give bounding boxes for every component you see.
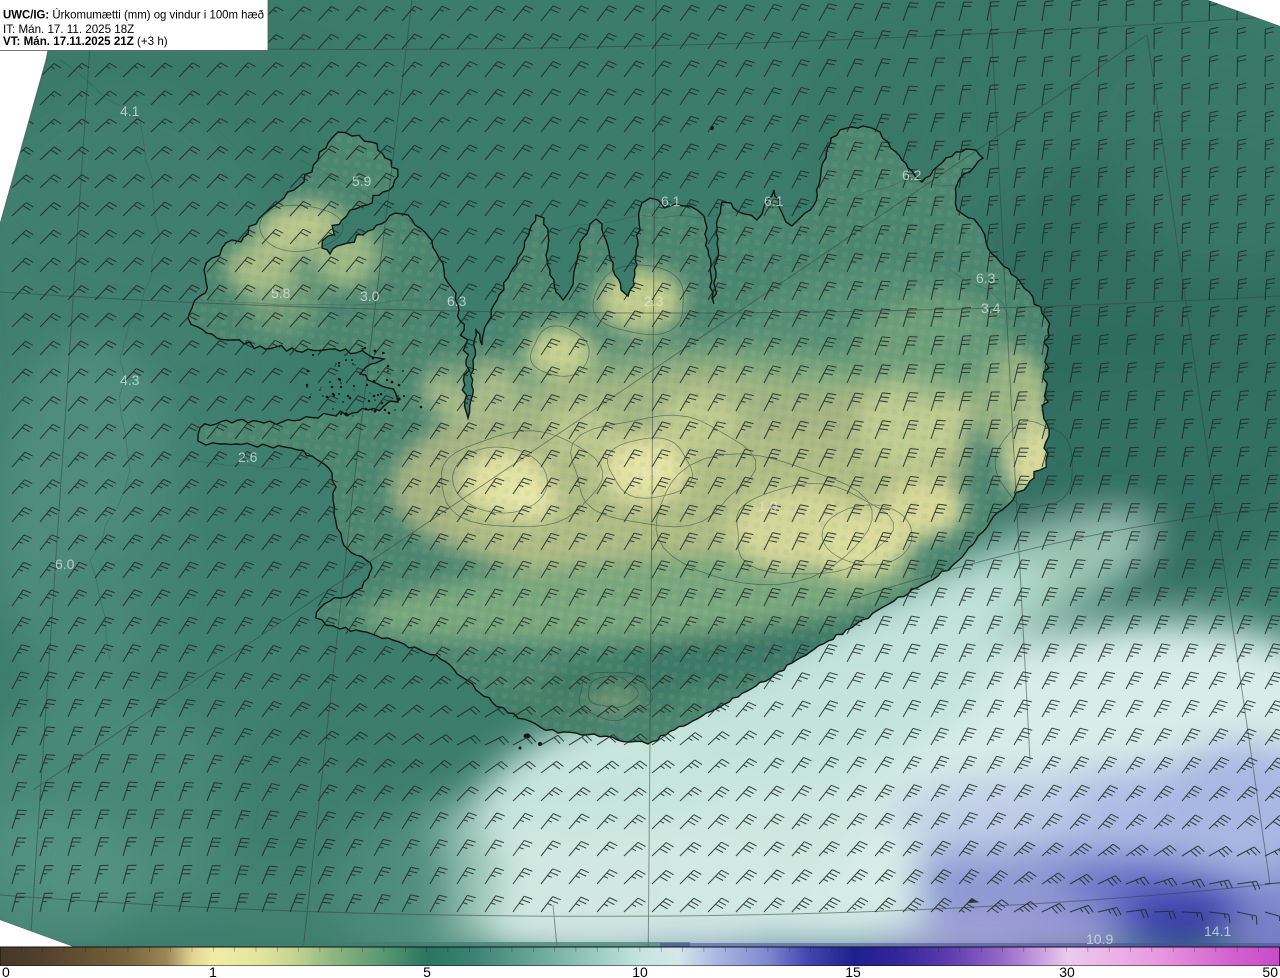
svg-text:4.1: 4.1 bbox=[120, 103, 140, 119]
svg-text:10: 10 bbox=[632, 964, 648, 978]
svg-text:30: 30 bbox=[1059, 964, 1075, 978]
svg-text:15: 15 bbox=[845, 964, 861, 978]
svg-text:6.1: 6.1 bbox=[661, 193, 681, 209]
svg-text:UWC/IG: Úrkomumætti (mm) og vi: UWC/IG: Úrkomumætti (mm) og vindur i 100… bbox=[3, 9, 265, 22]
svg-text:5: 5 bbox=[423, 964, 431, 978]
svg-text:1.0: 1.0 bbox=[758, 498, 778, 514]
svg-text:50: 50 bbox=[1262, 964, 1278, 978]
svg-text:VT: Mán. 17.11.2025 21Z (+3 h): VT: Mán. 17.11.2025 21Z (+3 h) bbox=[3, 35, 168, 48]
svg-text:6.3: 6.3 bbox=[976, 270, 996, 286]
svg-text:5.9: 5.9 bbox=[352, 173, 372, 189]
svg-text:6.3: 6.3 bbox=[447, 293, 467, 309]
svg-text:14.1: 14.1 bbox=[1204, 923, 1231, 939]
svg-text:3.4: 3.4 bbox=[981, 300, 1001, 316]
svg-text:6.2: 6.2 bbox=[902, 167, 922, 183]
svg-text:1: 1 bbox=[209, 964, 217, 978]
svg-text:1.5: 1.5 bbox=[640, 463, 660, 479]
svg-text:10.9: 10.9 bbox=[1086, 931, 1113, 947]
svg-text:2.6: 2.6 bbox=[238, 449, 258, 465]
svg-text:3.0: 3.0 bbox=[360, 288, 380, 304]
svg-text:4.3: 4.3 bbox=[120, 372, 140, 388]
svg-text:6.1: 6.1 bbox=[764, 193, 784, 209]
svg-text:0: 0 bbox=[2, 964, 10, 978]
svg-text:5.8: 5.8 bbox=[271, 285, 291, 301]
svg-text:6.0: 6.0 bbox=[55, 556, 75, 572]
svg-text:2.3: 2.3 bbox=[644, 293, 664, 309]
